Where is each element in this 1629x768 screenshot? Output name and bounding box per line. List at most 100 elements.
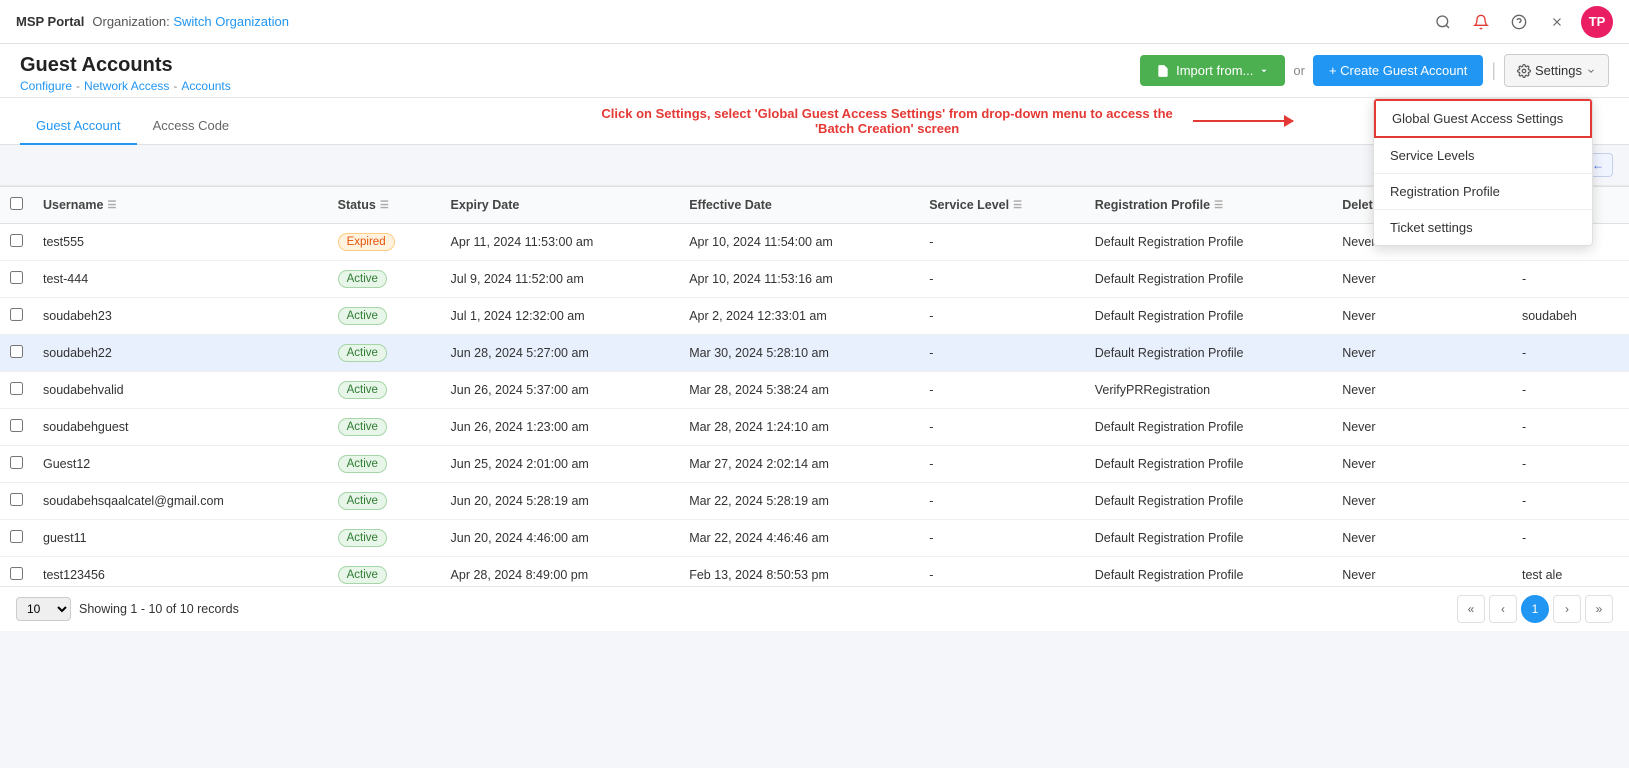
row-checkbox-cell[interactable]: [0, 372, 33, 409]
table-scroll-container[interactable]: Username ☰ Status ☰ Expiry Date Effectiv…: [0, 186, 1629, 586]
row-checkbox[interactable]: [10, 271, 23, 284]
row-checkbox-cell[interactable]: [0, 483, 33, 520]
reg-profile-cell: Default Registration Profile: [1085, 520, 1332, 557]
full-name-cell: -: [1512, 483, 1629, 520]
settings-button[interactable]: Settings: [1504, 54, 1609, 87]
avatar[interactable]: TP: [1581, 6, 1613, 38]
reg-profile-cell: VerifyPRRegistration: [1085, 372, 1332, 409]
status-badge: Active: [338, 492, 387, 510]
row-checkbox-cell[interactable]: [0, 446, 33, 483]
select-all-header[interactable]: [0, 187, 33, 224]
row-checkbox-cell[interactable]: [0, 557, 33, 587]
reg-profile-cell: Default Registration Profile: [1085, 224, 1332, 261]
row-checkbox-cell[interactable]: [0, 298, 33, 335]
prev-page-button[interactable]: ‹: [1489, 595, 1517, 623]
row-checkbox[interactable]: [10, 493, 23, 506]
row-checkbox-cell[interactable]: [0, 224, 33, 261]
effective-cell: Apr 10, 2024 11:53:16 am: [679, 261, 919, 298]
bell-icon[interactable]: [1467, 8, 1495, 36]
page-1-button[interactable]: 1: [1521, 595, 1549, 623]
row-checkbox[interactable]: [10, 345, 23, 358]
row-checkbox-cell[interactable]: [0, 335, 33, 372]
import-button[interactable]: Import from...: [1140, 55, 1285, 86]
tab-guest-account[interactable]: Guest Account: [20, 108, 137, 145]
full-name-cell: soudabeh: [1512, 298, 1629, 335]
brand-label: MSP Portal: [16, 14, 84, 29]
row-checkbox-cell[interactable]: [0, 409, 33, 446]
tabs-bar: Guest Account Access Code: [0, 98, 265, 144]
reg-profile-cell: Default Registration Profile: [1085, 335, 1332, 372]
switch-org-link[interactable]: Switch Organization: [173, 14, 289, 29]
breadcrumb-accounts[interactable]: Accounts: [181, 79, 230, 93]
service-level-cell: -: [919, 261, 1085, 298]
effective-header[interactable]: Effective Date: [679, 187, 919, 224]
settings-dropdown-menu: Global Guest Access Settings Service Lev…: [1373, 98, 1593, 246]
status-badge: Active: [338, 344, 387, 362]
dropdown-item-global-guest[interactable]: Global Guest Access Settings: [1374, 99, 1592, 138]
reg-profile-cell: Default Registration Profile: [1085, 557, 1332, 587]
expiry-cell: Apr 11, 2024 11:53:00 am: [441, 224, 680, 261]
dropdown-item-service-levels[interactable]: Service Levels: [1374, 138, 1592, 174]
effective-cell: Mar 22, 2024 4:46:46 am: [679, 520, 919, 557]
reg-profile-cell: Default Registration Profile: [1085, 261, 1332, 298]
service-level-cell: -: [919, 409, 1085, 446]
row-checkbox[interactable]: [10, 419, 23, 432]
footer-left: 102550100 Showing 1 - 10 of 10 records: [16, 597, 239, 621]
expiry-cell: Jun 20, 2024 4:46:00 am: [441, 520, 680, 557]
create-guest-account-button[interactable]: + Create Guest Account: [1313, 55, 1483, 86]
username-cell: soudabehvalid: [33, 372, 328, 409]
status-header[interactable]: Status ☰: [328, 187, 441, 224]
effective-cell: Apr 10, 2024 11:54:00 am: [679, 224, 919, 261]
username-sort-icon: ☰: [107, 200, 116, 211]
row-checkbox-cell[interactable]: [0, 520, 33, 557]
dropdown-item-registration-profile[interactable]: Registration Profile: [1374, 174, 1592, 210]
guest-accounts-table: Username ☰ Status ☰ Expiry Date Effectiv…: [0, 186, 1629, 586]
nav-icons: TP: [1429, 6, 1613, 38]
row-checkbox[interactable]: [10, 530, 23, 543]
table-footer: 102550100 Showing 1 - 10 of 10 records «…: [0, 586, 1629, 631]
username-cell: soudabeh23: [33, 298, 328, 335]
settings-dropdown-wrapper: Settings Global Guest Access Settings Se…: [1504, 54, 1609, 87]
row-checkbox[interactable]: [10, 234, 23, 247]
last-page-button[interactable]: »: [1585, 595, 1613, 623]
tab-access-code[interactable]: Access Code: [137, 108, 246, 145]
status-cell: Active: [328, 335, 441, 372]
breadcrumb-configure[interactable]: Configure: [20, 79, 72, 93]
effective-cell: Mar 28, 2024 5:38:24 am: [679, 372, 919, 409]
row-checkbox[interactable]: [10, 308, 23, 321]
deletion-policy-cell: Never: [1332, 409, 1512, 446]
service-level-cell: -: [919, 372, 1085, 409]
full-name-cell: -: [1512, 446, 1629, 483]
expiry-cell: Jul 9, 2024 11:52:00 am: [441, 261, 680, 298]
search-icon[interactable]: [1429, 8, 1457, 36]
dropdown-item-ticket-settings[interactable]: Ticket settings: [1374, 210, 1592, 245]
page-size-select[interactable]: 102550100: [16, 597, 71, 621]
status-cell: Active: [328, 372, 441, 409]
row-checkbox[interactable]: [10, 567, 23, 580]
select-all-checkbox[interactable]: [10, 197, 23, 210]
help-icon[interactable]: [1505, 8, 1533, 36]
expiry-cell: Jun 20, 2024 5:28:19 am: [441, 483, 680, 520]
close-icon[interactable]: [1543, 8, 1571, 36]
service-level-header[interactable]: Service Level ☰: [919, 187, 1085, 224]
expiry-header[interactable]: Expiry Date: [441, 187, 680, 224]
row-checkbox-cell[interactable]: [0, 261, 33, 298]
deletion-policy-cell: Never: [1332, 261, 1512, 298]
breadcrumb-network-access[interactable]: Network Access: [84, 79, 169, 93]
deletion-policy-cell: Never: [1332, 557, 1512, 587]
table-row: soudabehvalid Active Jun 26, 2024 5:37:0…: [0, 372, 1629, 409]
next-page-button[interactable]: ›: [1553, 595, 1581, 623]
reg-profile-header[interactable]: Registration Profile ☰: [1085, 187, 1332, 224]
username-header[interactable]: Username ☰: [33, 187, 328, 224]
status-sort-icon: ☰: [380, 200, 389, 211]
reg-profile-cell: Default Registration Profile: [1085, 409, 1332, 446]
service-level-sort-icon: ☰: [1013, 200, 1022, 211]
username-cell: test555: [33, 224, 328, 261]
first-page-button[interactable]: «: [1457, 595, 1485, 623]
status-cell: Active: [328, 298, 441, 335]
page-header-left: Guest Accounts Configure - Network Acces…: [20, 54, 231, 93]
service-level-cell: -: [919, 224, 1085, 261]
row-checkbox[interactable]: [10, 456, 23, 469]
full-name-cell: -: [1512, 372, 1629, 409]
row-checkbox[interactable]: [10, 382, 23, 395]
